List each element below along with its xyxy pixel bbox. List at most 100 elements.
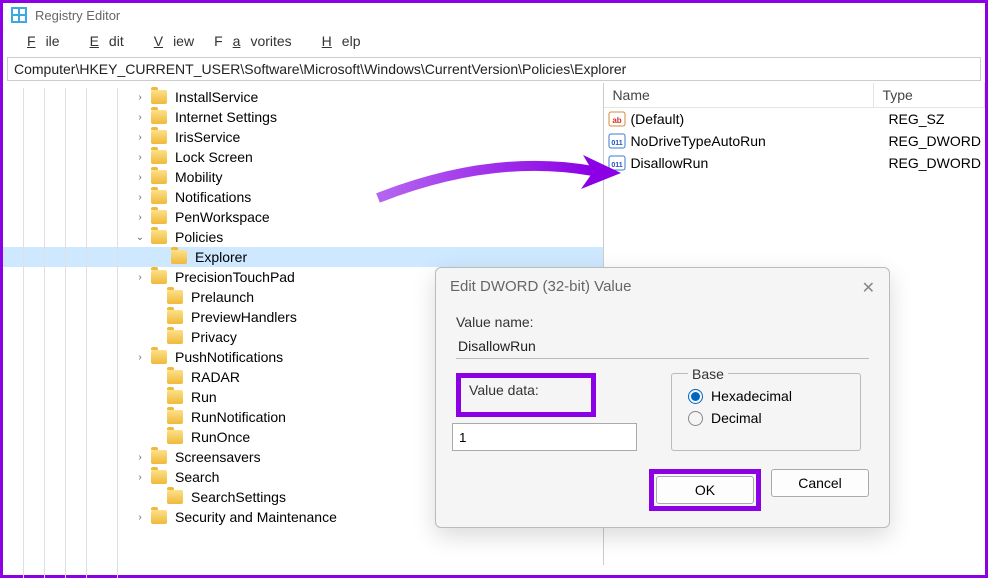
folder-icon [171, 250, 187, 264]
tree-label: PreviewHandlers [187, 309, 301, 325]
folder-icon [167, 370, 183, 384]
tree-item[interactable]: ›Mobility [3, 167, 603, 187]
value-data-input[interactable] [452, 423, 637, 451]
list-row[interactable]: 011 DisallowRunREG_DWORD [604, 152, 985, 174]
tree-item[interactable]: › InstallService [3, 87, 603, 107]
chevron-icon: › [133, 272, 147, 283]
chevron-icon: › [133, 352, 147, 363]
chevron-icon: › [133, 132, 147, 143]
folder-icon [151, 270, 167, 284]
edit-dword-dialog: Edit DWORD (32-bit) Value ✕ Value name: … [435, 267, 890, 528]
value-type: REG_DWORD [888, 133, 981, 149]
value-name: DisallowRun [630, 155, 888, 171]
col-type[interactable]: Type [874, 83, 985, 107]
folder-icon [151, 170, 167, 184]
folder-icon [167, 390, 183, 404]
tree-label: IrisService [171, 129, 244, 145]
folder-icon [151, 210, 167, 224]
ok-highlight: OK [649, 469, 761, 511]
folder-icon [151, 450, 167, 464]
folder-icon [151, 130, 167, 144]
dialog-title: Edit DWORD (32-bit) Value [450, 278, 631, 298]
list-row[interactable]: ab (Default)REG_SZ [604, 108, 985, 130]
tree-label: PenWorkspace [171, 209, 274, 225]
tree-item[interactable]: › Lock Screen [3, 147, 603, 167]
tree-label: RunNotification [187, 409, 290, 425]
svg-text:ab: ab [613, 116, 622, 125]
regedit-icon [11, 7, 27, 23]
menu-favorites[interactable]: Favorites [204, 29, 302, 53]
address-bar[interactable]: Computer\HKEY_CURRENT_USER\Software\Micr… [7, 57, 981, 81]
list-row[interactable]: 011 NoDriveTypeAutoRunREG_DWORD [604, 130, 985, 152]
chevron-icon: › [133, 192, 147, 203]
menu-edit[interactable]: Edit [70, 29, 134, 53]
value-type: REG_DWORD [888, 155, 981, 171]
tree-label: Security and Maintenance [171, 509, 341, 525]
tree-label: PushNotifications [171, 349, 287, 365]
menu-file[interactable]: File [7, 29, 70, 53]
tree-label: RADAR [187, 369, 244, 385]
folder-icon [151, 510, 167, 524]
tree-label: SearchSettings [187, 489, 290, 505]
tree-label: Explorer [191, 249, 251, 265]
chevron-icon: › [133, 212, 147, 223]
ok-button[interactable]: OK [656, 476, 754, 504]
menubar: File Edit View Favorites Help [3, 27, 985, 55]
tree-label: RunOnce [187, 429, 254, 445]
folder-icon [151, 470, 167, 484]
tree-label: InstallService [171, 89, 262, 105]
tree-label: Prelaunch [187, 289, 258, 305]
tree-item[interactable]: › PenWorkspace [3, 207, 603, 227]
tree-label: Screensavers [171, 449, 265, 465]
menu-view[interactable]: View [134, 29, 204, 53]
value-name: NoDriveTypeAutoRun [630, 133, 888, 149]
value-name-field[interactable]: DisallowRun [456, 334, 869, 359]
folder-icon [151, 350, 167, 364]
menu-help[interactable]: Help [302, 29, 371, 53]
close-icon[interactable]: ✕ [862, 278, 875, 298]
value-data-highlight: Value data: [456, 373, 596, 417]
radio-icon [688, 389, 703, 404]
chevron-icon: › [133, 152, 147, 163]
folder-icon [151, 110, 167, 124]
list-header: Name Type [604, 83, 985, 108]
value-data-label: Value data: [469, 382, 583, 398]
tree-label: Mobility [171, 169, 226, 185]
chevron-icon: ⌄ [133, 232, 147, 243]
folder-icon [167, 290, 183, 304]
folder-icon [151, 90, 167, 104]
svg-text:011: 011 [612, 140, 623, 147]
value-name-label: Value name: [456, 314, 869, 330]
base-fieldset: Base Hexadecimal Decimal [671, 373, 861, 451]
radio-decimal[interactable]: Decimal [688, 410, 844, 426]
tree-item[interactable]: ⌄Policies [3, 227, 603, 247]
chevron-icon: › [133, 92, 147, 103]
folder-icon [167, 410, 183, 424]
folder-icon [167, 490, 183, 504]
folder-icon [151, 230, 167, 244]
tree-label: PrecisionTouchPad [171, 269, 299, 285]
tree-item[interactable]: › Internet Settings [3, 107, 603, 127]
col-name[interactable]: Name [604, 83, 874, 107]
tree-label: Run [187, 389, 221, 405]
radio-icon [688, 411, 703, 426]
tree-item[interactable]: ›Notifications [3, 187, 603, 207]
tree-label: Lock Screen [171, 149, 257, 165]
folder-icon [167, 430, 183, 444]
folder-icon [167, 330, 183, 344]
tree-item[interactable]: › IrisService [3, 127, 603, 147]
window-title: Registry Editor [35, 8, 120, 23]
tree-label: Search [171, 469, 223, 485]
chevron-icon: › [133, 472, 147, 483]
value-type: REG_SZ [888, 111, 981, 127]
folder-icon [151, 150, 167, 164]
tree-label: Internet Settings [171, 109, 281, 125]
chevron-icon: › [133, 112, 147, 123]
cancel-button[interactable]: Cancel [771, 469, 869, 497]
titlebar: Registry Editor [3, 3, 985, 27]
value-name: (Default) [630, 111, 888, 127]
radio-hexadecimal[interactable]: Hexadecimal [688, 388, 844, 404]
tree-label: Privacy [187, 329, 241, 345]
svg-text:011: 011 [612, 162, 623, 169]
tree-item[interactable]: Explorer [3, 247, 603, 267]
